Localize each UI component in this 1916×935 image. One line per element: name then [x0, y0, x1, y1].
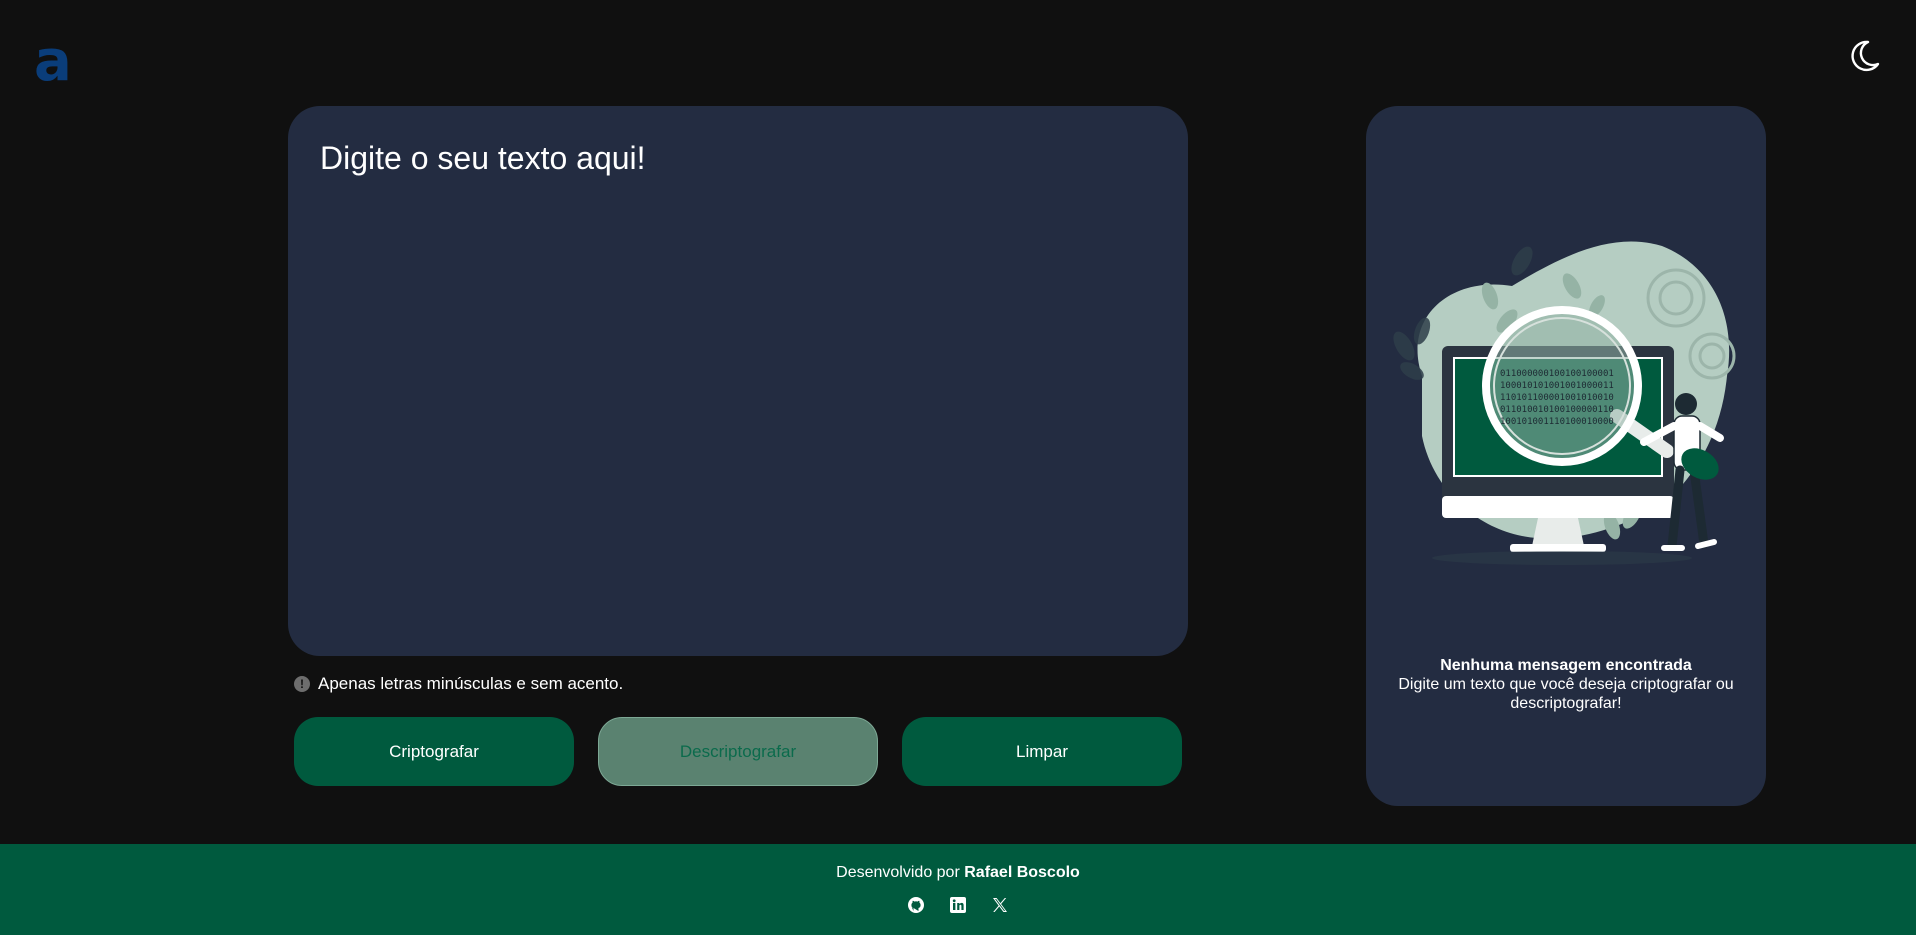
svg-text:100101001110100010000: 100101001110100010000	[1500, 417, 1614, 427]
input-hint: ! Apenas letras minúsculas e sem acento.	[294, 673, 623, 695]
logo[interactable]: a	[34, 34, 74, 88]
output-title: Nenhuma mensagem encontrada	[1440, 657, 1692, 674]
encrypt-button[interactable]: Criptografar	[294, 717, 574, 786]
svg-text:100010101001001000011: 100010101001001000011	[1500, 381, 1614, 391]
footer: Desenvolvido por Rafael Boscolo	[0, 844, 1916, 935]
hint-text: Apenas letras minúsculas e sem acento.	[318, 674, 624, 693]
github-icon[interactable]	[907, 896, 925, 914]
logo-letter: a	[34, 34, 72, 88]
magnifying-glass-computer-illustration: 011000000100100100001 100010101001001000…	[1393, 241, 1736, 565]
text-input-card	[288, 106, 1188, 656]
clear-button[interactable]: Limpar	[902, 717, 1182, 786]
developed-by-label: Desenvolvido por	[836, 864, 960, 881]
linkedin-icon[interactable]	[949, 896, 967, 914]
svg-text:110101100001001010010: 110101100001001010010	[1500, 393, 1614, 403]
decrypt-button[interactable]: Descriptografar	[598, 717, 878, 786]
text-input[interactable]	[288, 106, 1188, 656]
svg-text:011010010100100000110: 011010010100100000110	[1500, 405, 1614, 415]
info-icon: !	[294, 676, 310, 692]
output-message: Nenhuma mensagem encontrada Digite um te…	[1386, 656, 1746, 713]
output-card: 011000000100100100001 100010101001001000…	[1366, 106, 1766, 806]
social-links	[0, 896, 1916, 914]
svg-text:011000000100100100001: 011000000100100100001	[1500, 369, 1614, 379]
footer-credits: Desenvolvido por Rafael Boscolo	[0, 864, 1916, 882]
output-description: Digite um texto que você deseja criptogr…	[1398, 676, 1734, 712]
author-name: Rafael Boscolo	[964, 864, 1080, 881]
x-icon[interactable]	[991, 896, 1009, 914]
moon-icon[interactable]	[1846, 38, 1882, 74]
